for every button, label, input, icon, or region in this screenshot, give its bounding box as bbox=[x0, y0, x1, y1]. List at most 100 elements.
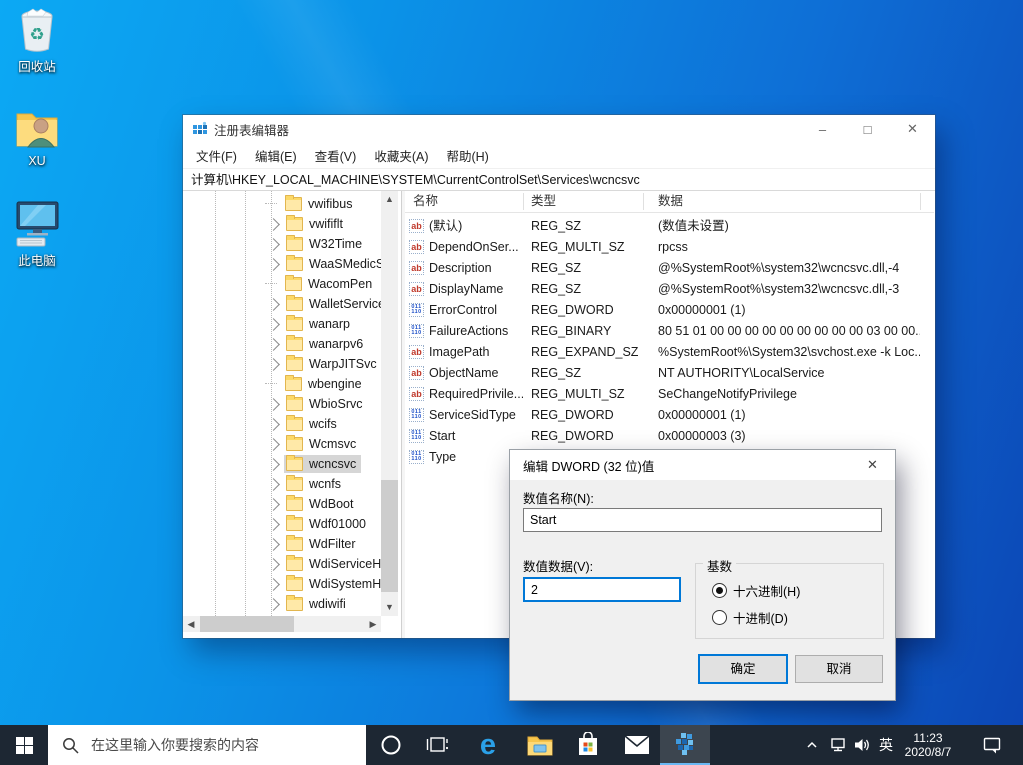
tree-item-wanarpv6[interactable]: wanarpv6 bbox=[183, 334, 401, 354]
menu-item[interactable]: 收藏夹(A) bbox=[365, 142, 437, 169]
tree-vertical-scrollbar[interactable]: ▲ ▼ bbox=[381, 191, 398, 616]
regedit-taskbar-button[interactable] bbox=[660, 725, 710, 765]
column-separator[interactable] bbox=[643, 193, 644, 210]
desktop-icon-this-pc[interactable]: 此电脑 bbox=[4, 200, 70, 269]
tree-item-WarpJITSvc[interactable]: WarpJITSvc bbox=[183, 354, 401, 374]
expander-icon[interactable] bbox=[267, 478, 280, 491]
menu-item[interactable]: 帮助(H) bbox=[437, 142, 497, 169]
value-data-field[interactable] bbox=[523, 577, 681, 602]
tree-item-WdiSystemHost[interactable]: WdiSystemHost bbox=[183, 574, 401, 594]
ok-button[interactable]: 确定 bbox=[698, 654, 788, 684]
tree-horizontal-scrollbar[interactable]: ◀ ▶ bbox=[183, 616, 381, 632]
registry-value-row[interactable]: abRequiredPrivile...REG_MULTI_SZSeChange… bbox=[405, 384, 934, 405]
expander-icon[interactable] bbox=[267, 238, 280, 251]
tree-item-WdFilter[interactable]: WdFilter bbox=[183, 534, 401, 554]
expander-icon[interactable] bbox=[267, 578, 280, 591]
tree-item-wcifs[interactable]: wcifs bbox=[183, 414, 401, 434]
registry-value-row[interactable]: 011110StartREG_DWORD0x00000003 (3) bbox=[405, 426, 934, 447]
radio-decimal[interactable]: 十进制(D) bbox=[712, 608, 788, 627]
clock[interactable]: 11:23 2020/8/7 bbox=[898, 725, 958, 765]
menu-item[interactable]: 文件(F) bbox=[187, 142, 246, 169]
start-button[interactable] bbox=[0, 725, 48, 765]
registry-value-row[interactable]: abImagePathREG_EXPAND_SZ%SystemRoot%\Sys… bbox=[405, 342, 934, 363]
cancel-button[interactable]: 取消 bbox=[795, 655, 883, 683]
menu-item[interactable]: 查看(V) bbox=[306, 142, 366, 169]
tree-item-WdBoot[interactable]: WdBoot bbox=[183, 494, 401, 514]
tree-item-WdiServiceHost[interactable]: WdiServiceHost bbox=[183, 554, 401, 574]
tree-item-wdiwifi[interactable]: wdiwifi bbox=[183, 594, 401, 614]
registry-value-row[interactable]: abDisplayNameREG_SZ@%SystemRoot%\system3… bbox=[405, 279, 934, 300]
registry-value-row[interactable]: abObjectNameREG_SZNT AUTHORITY\LocalServ… bbox=[405, 363, 934, 384]
expander-icon[interactable] bbox=[267, 598, 280, 611]
tree-item-vwifibus[interactable]: vwifibus bbox=[183, 194, 401, 214]
mail-button[interactable] bbox=[614, 725, 660, 765]
minimize-button[interactable]: – bbox=[800, 115, 845, 143]
registry-value-row[interactable]: 011110FailureActionsREG_BINARY80 51 01 0… bbox=[405, 321, 934, 342]
value-name-field[interactable] bbox=[523, 508, 882, 532]
action-center-button[interactable] bbox=[972, 725, 1012, 765]
expander-icon[interactable] bbox=[267, 538, 280, 551]
microsoft-store-button[interactable] bbox=[565, 725, 611, 765]
expander-icon[interactable] bbox=[267, 558, 280, 571]
tree-item-Wcmsvc[interactable]: Wcmsvc bbox=[183, 434, 401, 454]
expander-icon[interactable] bbox=[267, 318, 280, 331]
expander-icon[interactable] bbox=[267, 258, 280, 271]
address-bar[interactable]: 计算机\HKEY_LOCAL_MACHINE\SYSTEM\CurrentCon… bbox=[183, 169, 935, 191]
desktop-icon-recycle-bin[interactable]: ♻ 回收站 bbox=[4, 8, 70, 75]
expander-icon[interactable] bbox=[267, 518, 280, 531]
tree-item-WbioSrvc[interactable]: WbioSrvc bbox=[183, 394, 401, 414]
tree-item-W32Time[interactable]: W32Time bbox=[183, 234, 401, 254]
tree-item-Wdf01000[interactable]: Wdf01000 bbox=[183, 514, 401, 534]
dialog-titlebar[interactable]: 编辑 DWORD (32 位)值 ✕ bbox=[510, 450, 895, 480]
expander-icon[interactable] bbox=[267, 398, 280, 411]
expander-icon[interactable] bbox=[267, 358, 280, 371]
radio-hexadecimal[interactable]: 十六进制(H) bbox=[712, 581, 800, 600]
registry-value-row[interactable]: abDependOnSer...REG_MULTI_SZrpcss bbox=[405, 237, 934, 258]
expander-icon[interactable] bbox=[267, 458, 280, 471]
column-separator[interactable] bbox=[920, 193, 921, 210]
file-explorer-button[interactable] bbox=[517, 725, 563, 765]
column-header-name[interactable]: 名称 bbox=[413, 191, 438, 212]
expander-icon[interactable] bbox=[267, 298, 280, 311]
column-header-data[interactable]: 数据 bbox=[658, 191, 683, 212]
tree-item-WacomPen[interactable]: WacomPen bbox=[183, 274, 401, 294]
tree-item-wanarp[interactable]: wanarp bbox=[183, 314, 401, 334]
column-header-type[interactable]: 类型 bbox=[531, 191, 556, 212]
scroll-down-arrow[interactable]: ▼ bbox=[381, 599, 398, 616]
registry-value-row[interactable]: abDescriptionREG_SZ@%SystemRoot%\system3… bbox=[405, 258, 934, 279]
taskbar-search[interactable] bbox=[48, 725, 366, 765]
network-tray-button[interactable] bbox=[826, 725, 850, 765]
search-input[interactable] bbox=[89, 736, 343, 754]
maximize-button[interactable]: □ bbox=[845, 115, 890, 143]
column-separator[interactable] bbox=[523, 193, 524, 210]
scrollbar-thumb[interactable] bbox=[381, 480, 398, 592]
tree-item-wcnfs[interactable]: wcnfs bbox=[183, 474, 401, 494]
tree-item-wbengine[interactable]: wbengine bbox=[183, 374, 401, 394]
registry-value-row[interactable]: 011110ServiceSidTypeREG_DWORD0x00000001 … bbox=[405, 405, 934, 426]
tree-item-WalletService[interactable]: WalletService bbox=[183, 294, 401, 314]
scroll-left-arrow[interactable]: ◀ bbox=[183, 616, 199, 632]
task-view-button[interactable] bbox=[414, 725, 460, 765]
dialog-close-button[interactable]: ✕ bbox=[850, 450, 895, 480]
desktop-icon-user-folder[interactable]: XU bbox=[4, 106, 70, 168]
registry-value-row[interactable]: 011110ErrorControlREG_DWORD0x00000001 (1… bbox=[405, 300, 934, 321]
expander-icon[interactable] bbox=[267, 498, 280, 511]
expander-icon[interactable] bbox=[267, 218, 280, 231]
regedit-titlebar[interactable]: 注册表编辑器 – □ ✕ bbox=[183, 115, 935, 143]
cortana-button[interactable] bbox=[368, 725, 414, 765]
scroll-right-arrow[interactable]: ▶ bbox=[365, 616, 381, 632]
registry-value-row[interactable]: ab(默认)REG_SZ(数值未设置) bbox=[405, 216, 934, 237]
expander-icon[interactable] bbox=[267, 338, 280, 351]
menu-item[interactable]: 编辑(E) bbox=[246, 142, 306, 169]
expander-icon[interactable] bbox=[267, 418, 280, 431]
tree-item-WaaSMedicSvc[interactable]: WaaSMedicSvc bbox=[183, 254, 401, 274]
volume-tray-button[interactable] bbox=[850, 725, 874, 765]
scroll-up-arrow[interactable]: ▲ bbox=[381, 191, 398, 208]
tree-item-vwififlt[interactable]: vwififlt bbox=[183, 214, 401, 234]
edge-button[interactable]: e bbox=[465, 725, 511, 765]
scrollbar-thumb[interactable] bbox=[200, 616, 294, 632]
tree-item-wcncsvc[interactable]: wcncsvc bbox=[183, 454, 401, 474]
expander-icon[interactable] bbox=[267, 438, 280, 451]
close-button[interactable]: ✕ bbox=[890, 115, 935, 143]
language-indicator[interactable]: 英 bbox=[874, 725, 898, 765]
